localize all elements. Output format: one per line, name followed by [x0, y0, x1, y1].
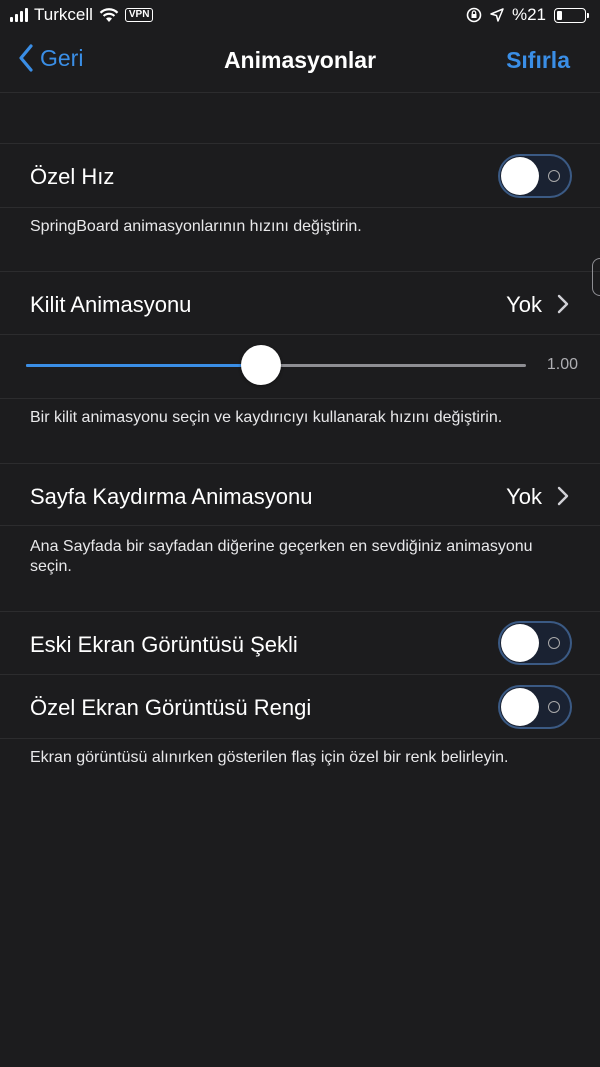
lock-animation-row[interactable]: Kilit Animasyonu Yok	[0, 272, 600, 335]
page-scroll-animation-label: Sayfa Kaydırma Animasyonu	[30, 484, 313, 509]
vpn-badge: VPN	[124, 8, 154, 22]
toggle-off-indicator	[548, 701, 560, 713]
battery-level	[557, 10, 563, 20]
assistive-touch-handle[interactable]	[592, 258, 600, 296]
reset-button[interactable]: Sıfırla	[506, 47, 570, 74]
signal-icon	[10, 8, 28, 22]
legacy-screenshot-label: Eski Ekran Görüntüsü Şekli	[30, 632, 298, 657]
custom-speed-row: Özel Hız	[0, 143, 600, 208]
screenshot-group: Eski Ekran Görüntüsü Şekli Özel Ekran Gö…	[0, 611, 600, 739]
custom-screenshot-color-label: Özel Ekran Görüntüsü Rengi	[30, 695, 312, 720]
custom-screenshot-color-toggle[interactable]	[498, 685, 572, 729]
carrier-label: Turkcell	[34, 5, 93, 24]
page-scroll-animation-footer: Ana Sayfada bir sayfadan diğerine geçerk…	[30, 538, 533, 575]
toggle-off-indicator	[548, 637, 560, 649]
toggle-knob	[501, 688, 539, 726]
navigation-bar: Geri Animasyonlar Sıfırla	[0, 30, 600, 93]
slider-fill	[26, 364, 261, 367]
rotation-lock-icon	[466, 7, 482, 23]
legacy-screenshot-toggle[interactable]	[498, 621, 572, 665]
chevron-right-icon	[557, 486, 569, 506]
toggle-knob	[501, 624, 539, 662]
toggle-knob	[501, 157, 539, 195]
status-right: %21	[466, 5, 589, 25]
lock-animation-footer: Bir kilit animasyonu seçin ve kaydırıcıy…	[30, 409, 503, 426]
lock-animation-value: Yok	[506, 292, 542, 317]
custom-screenshot-color-row: Özel Ekran Görüntüsü Rengi	[0, 675, 600, 738]
battery-icon	[554, 7, 589, 23]
location-arrow-icon	[490, 8, 504, 22]
page-scroll-animation-row[interactable]: Sayfa Kaydırma Animasyonu Yok	[0, 463, 600, 526]
screenshot-footer: Ekran görüntüsü alınırken gösterilen fla…	[30, 749, 509, 766]
wifi-icon	[99, 7, 119, 22]
status-left: Turkcell VPN	[10, 5, 154, 25]
page-scroll-animation-value: Yok	[506, 484, 542, 509]
lock-animation-group: Kilit Animasyonu Yok	[0, 271, 600, 399]
status-bar: Turkcell VPN %21	[0, 0, 600, 30]
lock-animation-label: Kilit Animasyonu	[30, 292, 192, 317]
toggle-off-indicator	[548, 170, 560, 182]
chevron-right-icon	[557, 294, 569, 314]
lock-animation-speed-value: 1.00	[546, 356, 578, 373]
legacy-screenshot-row: Eski Ekran Görüntüsü Şekli	[0, 612, 600, 675]
custom-speed-label: Özel Hız	[30, 164, 115, 189]
custom-speed-toggle[interactable]	[498, 154, 572, 198]
battery-percent: %21	[511, 5, 546, 24]
lock-animation-speed-knob[interactable]	[241, 345, 281, 385]
custom-speed-footer: SpringBoard animasyonlarının hızını deği…	[30, 218, 362, 235]
